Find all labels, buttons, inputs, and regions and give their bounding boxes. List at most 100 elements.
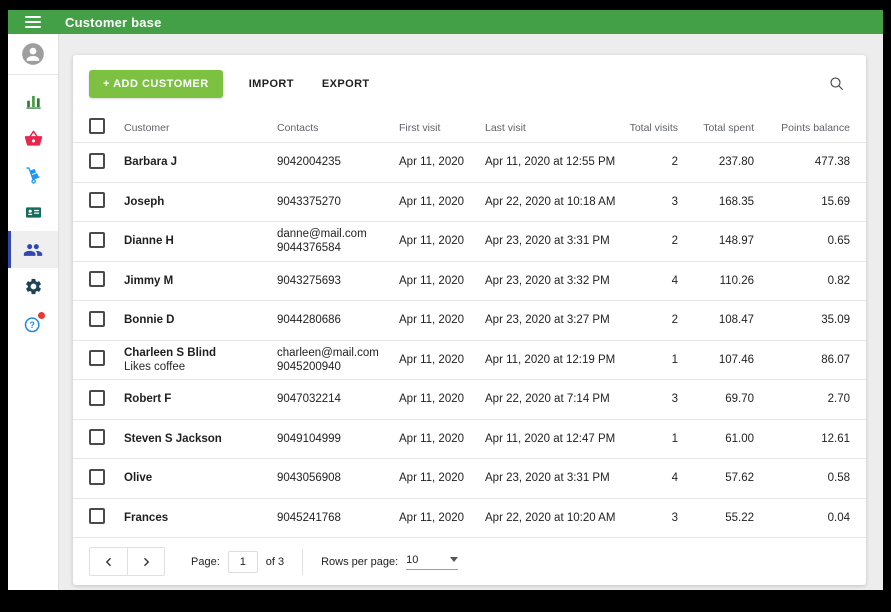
sidebar: ? [8, 34, 59, 590]
contact-line1: 9047032214 [277, 392, 399, 406]
select-all-checkbox[interactable] [89, 118, 105, 134]
total-spent: 148.97 [678, 235, 754, 247]
contact-line2: 9044376584 [277, 241, 399, 255]
table-header-row: Customer Contacts First visit Last visit… [73, 113, 866, 143]
customer-name: Bonnie D [124, 313, 277, 327]
total-spent: 168.35 [678, 196, 754, 208]
table-row[interactable]: Dianne H danne@mail.com9044376584 Apr 11… [73, 222, 866, 262]
first-visit: Apr 11, 2020 [399, 156, 485, 168]
chevron-left-icon [103, 556, 115, 568]
contact-line1: 9044280686 [277, 313, 399, 327]
last-visit: Apr 22, 2020 at 7:14 PM [485, 393, 623, 405]
points-balance: 2.70 [754, 393, 850, 405]
rows-per-page-label: Rows per page: [321, 556, 398, 568]
last-visit: Apr 23, 2020 at 3:27 PM [485, 314, 623, 326]
total-spent: 110.26 [678, 275, 754, 287]
add-customer-button[interactable]: + ADD CUSTOMER [89, 70, 223, 98]
total-visits: 3 [623, 512, 678, 524]
customer-name: Dianne H [124, 234, 277, 248]
customer-name: Steven S Jackson [124, 432, 277, 446]
notification-badge [38, 312, 45, 319]
contact-line1: 9043375270 [277, 195, 399, 209]
last-visit: Apr 23, 2020 at 3:32 PM [485, 275, 623, 287]
table-row[interactable]: Robert F 9047032214 Apr 11, 2020 Apr 22,… [73, 380, 866, 420]
total-visits: 2 [623, 235, 678, 247]
previous-page-button[interactable] [90, 548, 127, 575]
table-row[interactable]: Charleen S BlindLikes coffee charleen@ma… [73, 341, 866, 381]
total-spent: 57.62 [678, 472, 754, 484]
row-checkbox[interactable] [89, 508, 105, 524]
row-checkbox[interactable] [89, 429, 105, 445]
contact-line1: danne@mail.com [277, 227, 399, 241]
first-visit: Apr 11, 2020 [399, 512, 485, 524]
bar-chart-icon [24, 92, 43, 111]
export-button[interactable]: EXPORT [320, 72, 372, 96]
table-row[interactable]: Barbara J 9042004235 Apr 11, 2020 Apr 11… [73, 143, 866, 183]
row-checkbox[interactable] [89, 271, 105, 287]
points-balance: 477.38 [754, 156, 850, 168]
app-window: Customer base [8, 10, 883, 590]
hamburger-menu-icon[interactable] [25, 16, 41, 28]
header-points-balance: Points balance [754, 122, 850, 134]
last-visit: Apr 23, 2020 at 3:31 PM [485, 472, 623, 484]
svg-text:?: ? [29, 320, 34, 330]
total-visits: 3 [623, 393, 678, 405]
points-balance: 12.61 [754, 433, 850, 445]
table-row[interactable]: Olive 9043056908 Apr 11, 2020 Apr 23, 20… [73, 459, 866, 499]
row-checkbox[interactable] [89, 153, 105, 169]
pagination-bar: Page: of 3 Rows per page: 10 [73, 538, 866, 585]
app-bar: Customer base [8, 10, 883, 34]
table-row[interactable]: Joseph 9043375270 Apr 11, 2020 Apr 22, 2… [73, 183, 866, 223]
sidebar-item-settings[interactable] [8, 268, 58, 305]
last-visit: Apr 11, 2020 at 12:55 PM [485, 156, 623, 168]
contact-line1: 9043056908 [277, 471, 399, 485]
sidebar-item-items[interactable] [8, 120, 58, 157]
chevron-right-icon [140, 556, 152, 568]
customer-name: Olive [124, 471, 277, 485]
table-row[interactable]: Jimmy M 9043275693 Apr 11, 2020 Apr 23, … [73, 262, 866, 302]
header-total-spent: Total spent [678, 122, 754, 134]
contact-line1: charleen@mail.com [277, 346, 399, 360]
sidebar-item-account[interactable] [8, 34, 58, 75]
first-visit: Apr 11, 2020 [399, 235, 485, 247]
import-button[interactable]: IMPORT [247, 72, 296, 96]
contact-line2: 9045200940 [277, 360, 399, 374]
table-row[interactable]: Steven S Jackson 9049104999 Apr 11, 2020… [73, 420, 866, 460]
points-balance: 0.04 [754, 512, 850, 524]
row-checkbox[interactable] [89, 192, 105, 208]
sidebar-item-inventory[interactable] [8, 157, 58, 194]
row-checkbox[interactable] [89, 390, 105, 406]
total-spent: 237.80 [678, 156, 754, 168]
header-customer: Customer [124, 122, 277, 134]
table-row[interactable]: Frances 9045241768 Apr 11, 2020 Apr 22, … [73, 499, 866, 539]
header-last-visit: Last visit [485, 122, 623, 134]
total-spent: 108.47 [678, 314, 754, 326]
customer-name: Barbara J [124, 155, 277, 169]
sidebar-item-help[interactable]: ? [8, 305, 58, 342]
customer-name: Joseph [124, 195, 277, 209]
page-label: Page: [191, 556, 220, 568]
total-spent: 55.22 [678, 512, 754, 524]
row-checkbox[interactable] [89, 232, 105, 248]
hand-truck-icon [24, 166, 43, 185]
avatar-icon [20, 41, 46, 67]
sidebar-item-reports[interactable] [8, 83, 58, 120]
row-checkbox[interactable] [89, 350, 105, 366]
total-visits: 4 [623, 472, 678, 484]
contact-line1: 9042004235 [277, 155, 399, 169]
total-visits: 4 [623, 275, 678, 287]
table-row[interactable]: Bonnie D 9044280686 Apr 11, 2020 Apr 23,… [73, 301, 866, 341]
page-number-input[interactable] [228, 551, 258, 573]
next-page-button[interactable] [127, 548, 164, 575]
basket-icon [24, 129, 43, 148]
sidebar-item-customers[interactable] [8, 231, 58, 268]
sidebar-item-employees[interactable] [8, 194, 58, 231]
main-content: + ADD CUSTOMER IMPORT EXPORT Customer Co… [59, 34, 883, 590]
points-balance: 86.07 [754, 354, 850, 366]
row-checkbox[interactable] [89, 311, 105, 327]
search-button[interactable] [824, 71, 850, 97]
row-checkbox[interactable] [89, 469, 105, 485]
header-contacts: Contacts [277, 122, 399, 134]
rows-per-page-select[interactable]: 10 [406, 554, 458, 570]
chevron-down-icon [450, 557, 458, 562]
